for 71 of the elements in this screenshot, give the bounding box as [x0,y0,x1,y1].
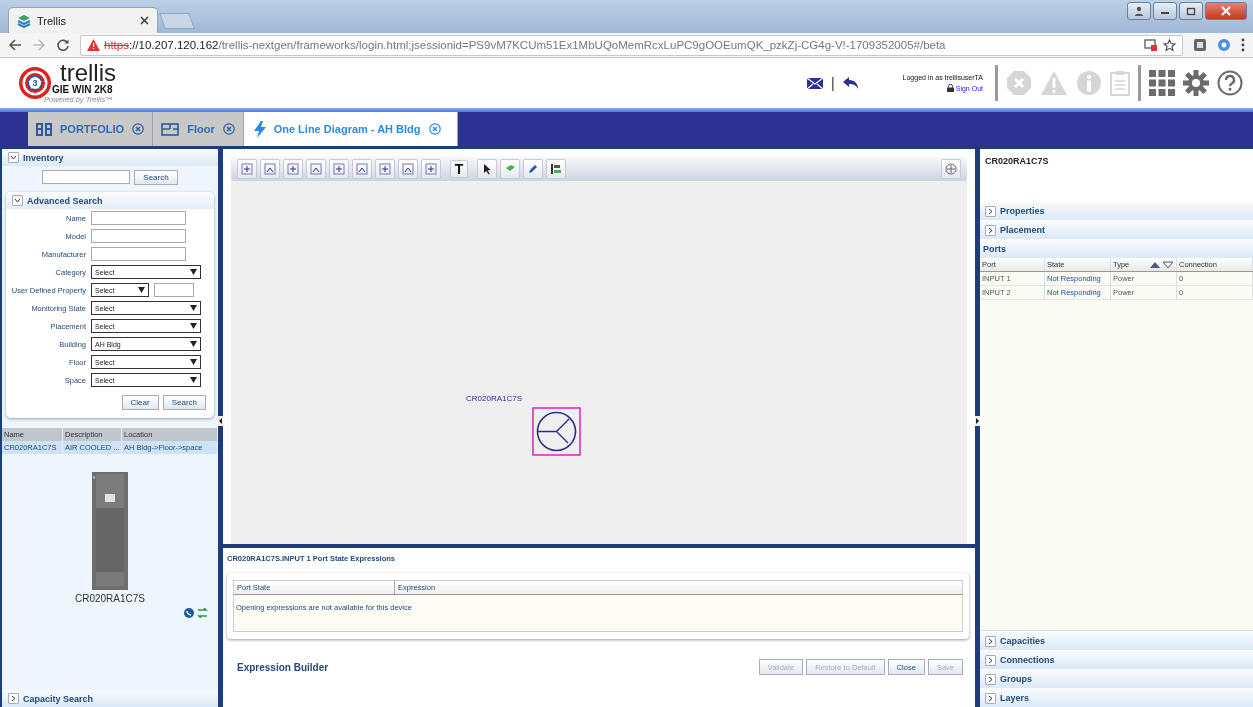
maximize-icon [1186,6,1196,16]
text-tool-button[interactable]: T [450,160,468,178]
back-icon[interactable] [8,38,22,52]
floor-plan-icon [161,122,180,136]
pencil-icon[interactable] [523,159,543,179]
text-field[interactable] [91,211,186,225]
search-field[interactable] [42,170,131,184]
cast-icon[interactable] [1144,38,1157,51]
undo-icon[interactable] [842,76,859,90]
swap-arrows-icon[interactable] [197,608,208,618]
lightning-icon [253,120,266,138]
section-header[interactable]: Layers [980,688,1253,707]
section-header[interactable]: Connections [980,650,1253,669]
ports-header: Ports [983,244,1006,254]
close-icon[interactable] [140,16,149,25]
caret-icon [190,341,197,347]
sort-icon[interactable] [1150,261,1174,268]
device-title: CR020RA1C7S [985,156,1049,166]
warning-icon [87,39,100,51]
section-title: Expression Builder [237,661,329,673]
section-header[interactable]: Groups [980,669,1253,688]
unit-symbol[interactable] [532,407,581,456]
logo-name: trellis [60,61,116,84]
stack-icon [17,13,31,28]
clipboard-icon[interactable] [1110,70,1130,96]
search-button[interactable]: Search [134,170,178,185]
close-icon [1221,6,1231,16]
menu-icon[interactable] [1241,38,1245,52]
reload-icon[interactable] [56,38,70,52]
app-tab[interactable]: One Line Diagram - AH Bldg [243,112,458,146]
mail-icon[interactable] [806,77,823,89]
section-header[interactable]: Placement [980,220,1253,239]
text-field[interactable] [91,229,186,243]
caret-icon [138,287,145,293]
help-icon[interactable] [1217,70,1243,96]
text-field[interactable] [91,247,186,261]
settings-icon[interactable] [1183,70,1209,96]
caret-icon [190,377,197,383]
address-field[interactable]: https://10.207.120.162/trellis-nextgen/frameworks/login.html;jsessionid=PS9vM7KCUm51Ex1MbUQoMemRcxLuPC9gOOEumQK_pzkZj-CG4g-V!-1709352005#/beta [80,34,1183,56]
grid-icon[interactable] [1149,70,1175,96]
user-button[interactable] [1127,2,1151,20]
section-header[interactable]: Capacities [980,631,1253,650]
align-icon[interactable] [546,159,566,179]
close-window-button[interactable] [1205,2,1247,20]
caret-icon [190,323,197,329]
phone-icon[interactable] [184,608,194,618]
collapse-handle-icon[interactable] [975,416,980,426]
caret-icon [190,269,197,275]
inventory-header[interactable]: Inventory [2,149,218,166]
minimize-button[interactable] [1153,2,1177,20]
separator: | [830,75,835,91]
diagram-node-label: CR020RA1C7S [466,394,523,403]
star-icon[interactable] [1163,38,1176,52]
clear-button[interactable]: Clear [121,395,159,410]
search-button[interactable]: Search [162,395,206,410]
lock-icon [946,84,954,92]
dashboard-icon [36,122,52,136]
caret-icon [190,359,197,365]
user-icon [1134,6,1144,16]
logo-subtitle: GIE WIN 2K8 [52,83,114,95]
collapse-handle-icon[interactable] [218,416,223,426]
browser-tab[interactable]: Trellis [8,7,158,33]
tab-title: Trellis [37,14,67,27]
device-label: CR020RA1C7S [74,593,145,604]
pointer-icon[interactable] [477,159,497,179]
text-field[interactable] [154,283,194,297]
advanced-search-header[interactable]: Advanced Search [6,192,214,209]
caret-icon [190,305,197,311]
capacity-search-header[interactable]: Capacity Search [2,690,218,707]
section-header[interactable]: Properties [980,201,1253,220]
maximize-button[interactable] [1179,2,1203,20]
